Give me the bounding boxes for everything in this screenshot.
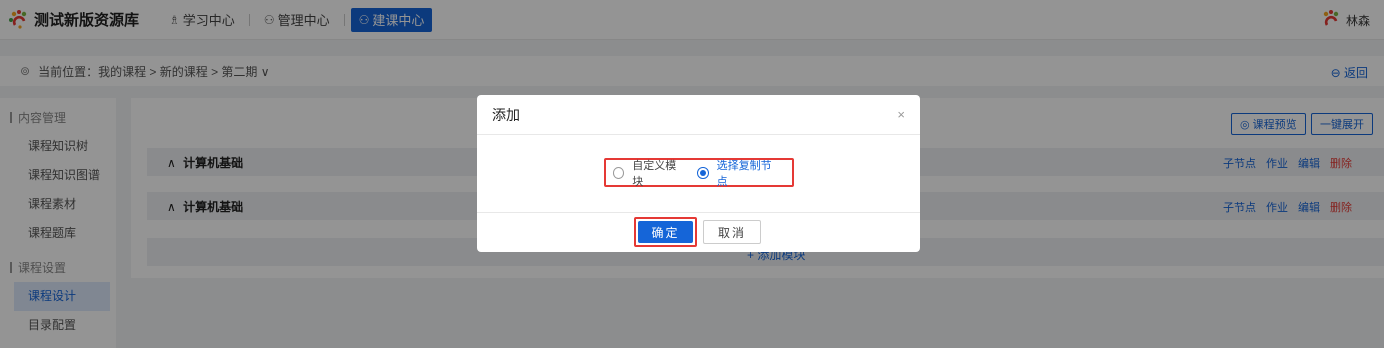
radio-circle-icon bbox=[613, 166, 625, 179]
radio-custom-module[interactable]: 自定义模块 bbox=[613, 157, 683, 189]
dialog-body: 自定义模块 选择复制节点 bbox=[477, 135, 920, 213]
add-dialog: 添加 × 自定义模块 选择复制节点 确定 取消 bbox=[477, 95, 920, 252]
radio-label: 选择复制节点 bbox=[716, 159, 772, 188]
dialog-header: 添加 bbox=[477, 95, 920, 135]
confirm-button[interactable]: 确定 bbox=[638, 221, 693, 243]
radio-circle-icon bbox=[697, 166, 709, 179]
add-type-radio-group: 自定义模块 选择复制节点 bbox=[604, 157, 794, 189]
close-icon[interactable]: × bbox=[897, 107, 905, 122]
ok-button-highlight: 确定 bbox=[634, 217, 697, 247]
dialog-title: 添加 bbox=[492, 106, 520, 123]
radio-label: 自定义模块 bbox=[632, 159, 677, 188]
dialog-footer: 确定 取消 bbox=[477, 213, 920, 251]
cancel-button[interactable]: 取消 bbox=[703, 220, 761, 244]
radio-copy-node[interactable]: 选择复制节点 bbox=[697, 157, 778, 189]
